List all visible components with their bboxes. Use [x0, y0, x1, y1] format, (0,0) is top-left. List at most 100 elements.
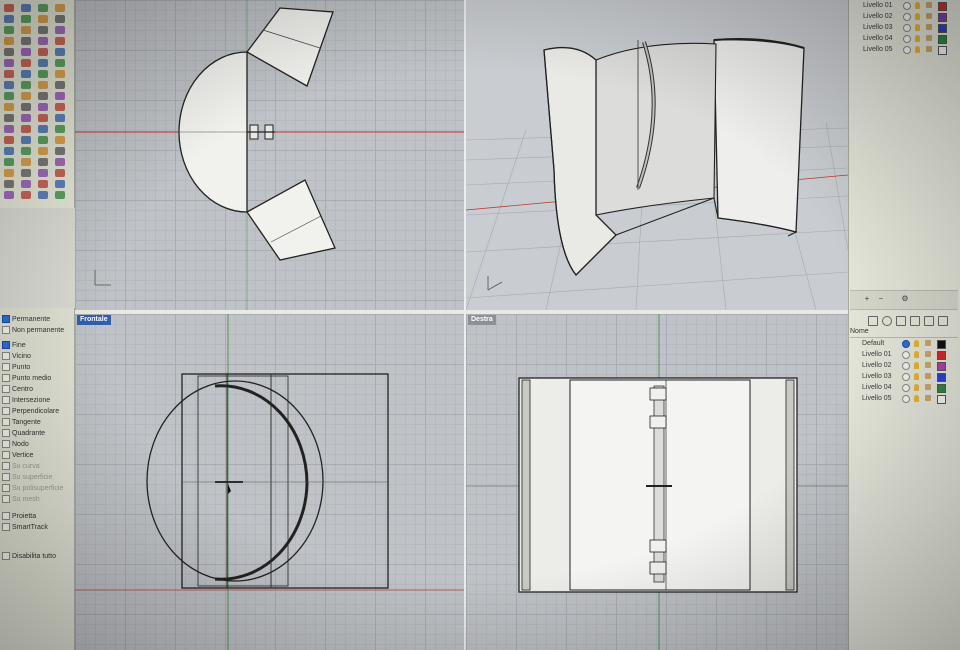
lightbulb-icon[interactable] [915, 35, 920, 42]
surface-icon[interactable] [38, 92, 48, 100]
osnap-item[interactable]: Perpendicolare [0, 406, 74, 417]
render-icon[interactable] [55, 158, 65, 166]
boolean-icon[interactable] [55, 125, 65, 133]
materials-tab-icon[interactable] [938, 316, 948, 326]
dimension-icon[interactable] [4, 147, 14, 155]
transform-icon[interactable] [4, 26, 14, 34]
layer-row[interactable]: Livello 03 [849, 22, 960, 33]
lightbulb-icon[interactable] [914, 340, 919, 347]
grid-icon[interactable] [4, 191, 14, 199]
layer-row[interactable]: Livello 02 [849, 11, 960, 22]
osnap-item[interactable]: SmartTrack [0, 522, 74, 533]
osnap-item[interactable]: Fine [0, 340, 74, 351]
render-icon[interactable] [4, 158, 14, 166]
extrude-icon[interactable] [4, 103, 14, 111]
layer-color-swatch[interactable] [937, 351, 946, 360]
select-points-icon[interactable] [21, 4, 31, 12]
lightbulb-icon[interactable] [914, 351, 919, 358]
layer-row[interactable]: Livello 05 [848, 393, 960, 404]
current-layer-radio[interactable] [903, 46, 911, 54]
rectangle-icon[interactable] [21, 15, 31, 23]
lock-icon[interactable] [926, 13, 932, 19]
osnap-item[interactable]: Su curva [0, 461, 74, 472]
transform-icon[interactable] [21, 26, 31, 34]
osnap-checkbox[interactable] [2, 418, 10, 427]
viewport-front[interactable]: Frontale [75, 314, 464, 650]
viewport-divider-vertical[interactable] [464, 0, 466, 650]
polyline-icon[interactable] [38, 37, 48, 45]
lock-icon[interactable] [925, 362, 931, 368]
surface-icon[interactable] [4, 92, 14, 100]
osnap-checkbox[interactable] [2, 429, 10, 438]
viewport-right[interactable]: Destra [466, 314, 848, 650]
arc-icon[interactable] [55, 59, 65, 67]
layer-color-swatch[interactable] [938, 35, 947, 44]
curve-icon[interactable] [55, 70, 65, 78]
surface-icon[interactable] [55, 92, 65, 100]
circle-icon[interactable] [4, 48, 14, 56]
layer-row[interactable]: Default [848, 338, 960, 349]
osnap-item[interactable]: Vertice [0, 450, 74, 461]
solid-icon[interactable] [55, 114, 65, 122]
osnap-checkbox[interactable] [2, 451, 10, 460]
circle-icon[interactable] [38, 48, 48, 56]
analyze-icon[interactable] [21, 169, 31, 177]
document-tab-icon[interactable] [910, 316, 920, 326]
osnap-checkbox[interactable] [2, 363, 10, 372]
layer-row[interactable]: Livello 01 [848, 349, 960, 360]
fillet-icon[interactable] [4, 81, 14, 89]
viewport-top[interactable] [75, 0, 464, 310]
dimension-icon[interactable] [21, 147, 31, 155]
arc-icon[interactable] [21, 59, 31, 67]
dimension-icon[interactable] [38, 147, 48, 155]
layer-color-swatch[interactable] [937, 340, 946, 349]
grid-icon[interactable] [38, 191, 48, 199]
mesh-icon[interactable] [38, 136, 48, 144]
current-layer-radio[interactable] [902, 351, 910, 359]
circle-icon[interactable] [21, 48, 31, 56]
osnap-checkbox[interactable] [2, 552, 10, 561]
curve-icon[interactable] [38, 70, 48, 78]
arc-icon[interactable] [38, 59, 48, 67]
lock-icon[interactable] [926, 46, 932, 52]
current-layer-radio[interactable] [903, 24, 911, 32]
lock-icon[interactable] [925, 351, 931, 357]
circle-icon[interactable] [55, 48, 65, 56]
lock-icon[interactable] [925, 395, 931, 401]
render-icon[interactable] [38, 158, 48, 166]
osnap-checkbox[interactable] [2, 495, 10, 504]
layer-row[interactable]: Livello 04 [848, 382, 960, 393]
current-layer-radio[interactable] [902, 384, 910, 392]
osnap-checkbox[interactable] [2, 440, 10, 449]
lock-icon[interactable] [925, 340, 931, 346]
viewport-perspective[interactable] [466, 0, 848, 310]
viewport-divider-horizontal[interactable] [75, 310, 848, 314]
layer-column-header[interactable]: Nome [850, 327, 958, 338]
osnap-checkbox[interactable] [2, 374, 10, 383]
lock-icon[interactable] [926, 35, 932, 41]
layer-color-swatch[interactable] [937, 384, 946, 393]
current-layer-radio[interactable] [902, 362, 910, 370]
osnap-item[interactable]: Vicino [0, 351, 74, 362]
polyline-icon[interactable] [55, 37, 65, 45]
dimension-icon[interactable] [55, 147, 65, 155]
layer-options-button[interactable]: ⚙ [898, 294, 912, 304]
osnap-item[interactable]: Quadrante [0, 428, 74, 439]
select-points-icon[interactable] [55, 4, 65, 12]
lock-icon[interactable] [925, 384, 931, 390]
mesh-icon[interactable] [21, 136, 31, 144]
osnap-item[interactable]: Tangente [0, 417, 74, 428]
layer-row[interactable]: Livello 02 [848, 360, 960, 371]
osnap-checkbox[interactable] [2, 473, 10, 482]
analyze-icon[interactable] [55, 169, 65, 177]
boolean-icon[interactable] [38, 125, 48, 133]
current-layer-radio[interactable] [902, 395, 910, 403]
osnap-checkbox[interactable] [2, 352, 10, 361]
solid-icon[interactable] [4, 114, 14, 122]
analyze-icon[interactable] [4, 169, 14, 177]
transform-icon[interactable] [38, 26, 48, 34]
osnap-checkbox[interactable] [2, 326, 10, 335]
solid-icon[interactable] [21, 114, 31, 122]
lock-icon[interactable] [926, 24, 932, 30]
layer-icon[interactable] [21, 180, 31, 188]
